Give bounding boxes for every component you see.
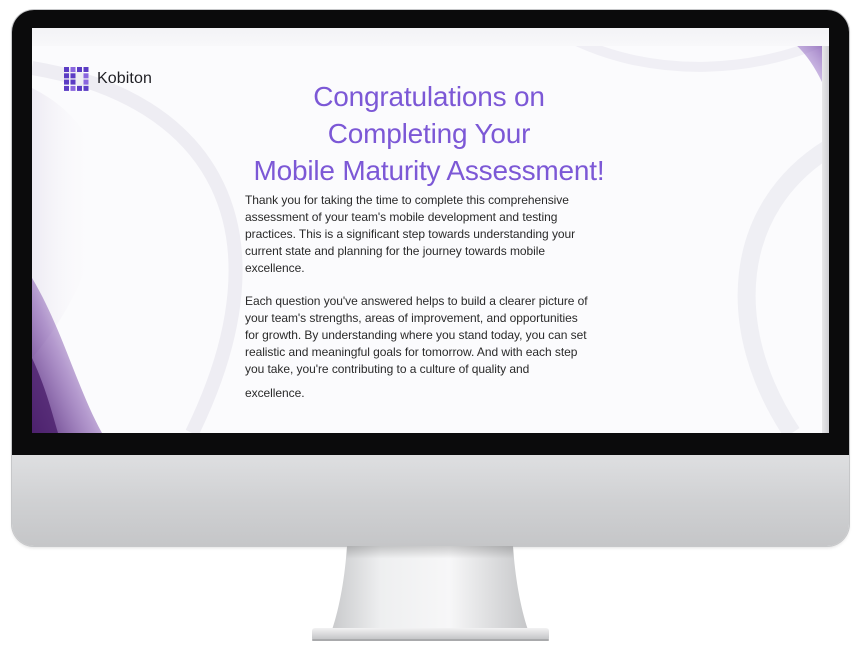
- intro-paragraph: Thank you for taking the time to complet…: [245, 192, 625, 277]
- paragraph-line: excellence.: [245, 261, 305, 275]
- title-line: Mobile Maturity Assessment!: [253, 155, 605, 186]
- paragraph-line: you take, you're contributing to a cultu…: [245, 362, 530, 376]
- page-title: Congratulations on Completing Your Mobil…: [32, 78, 826, 189]
- monitor-stand: [312, 546, 549, 641]
- paragraph-line: realistic and meaningful goals for tomor…: [245, 345, 578, 359]
- paragraph-line: practices. This is a significant step to…: [245, 227, 576, 241]
- paragraph-line: current state and planning for the journ…: [245, 244, 545, 258]
- top-band: [32, 28, 829, 46]
- title-line: Completing Your: [327, 118, 531, 149]
- closing-line: excellence.: [245, 385, 625, 402]
- detail-paragraph: Each question you've answered helps to b…: [245, 293, 625, 378]
- paragraph-line: Each question you've answered helps to b…: [245, 294, 588, 308]
- paragraph-line: for growth. By understanding where you s…: [245, 328, 587, 342]
- paragraph-line: excellence.: [245, 386, 305, 400]
- monitor-frame: Kobiton Congratulations on Completing Yo…: [12, 10, 849, 546]
- title-line: Congratulations on: [313, 81, 545, 112]
- paragraph-line: Thank you for taking the time to complet…: [245, 193, 569, 207]
- paragraph-line: assessment of your team's mobile develop…: [245, 210, 558, 224]
- paragraph-line: your team's strengths, areas of improvem…: [245, 311, 578, 325]
- monitor-screen: Kobiton Congratulations on Completing Yo…: [32, 28, 829, 433]
- monitor-chin: [12, 455, 849, 546]
